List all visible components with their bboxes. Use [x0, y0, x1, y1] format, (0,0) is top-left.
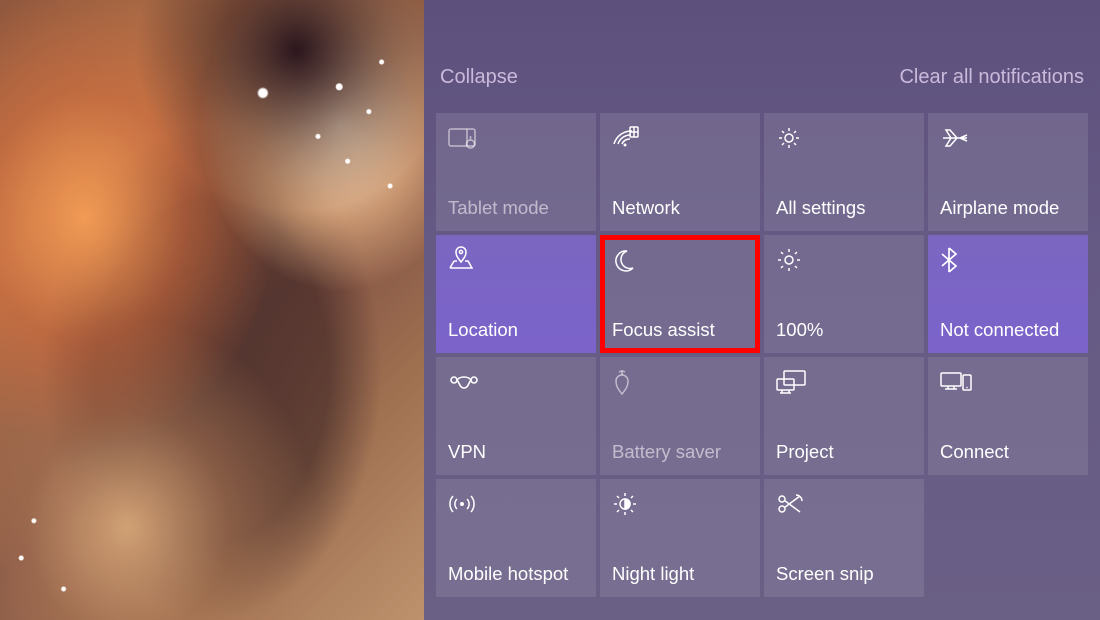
connect-icon — [940, 367, 1076, 397]
tile-vpn[interactable]: VPN — [436, 357, 596, 475]
desktop-wallpaper — [0, 0, 424, 620]
action-center-topbar: Collapse Clear all notifications — [436, 12, 1088, 113]
tile-label: Screen snip — [776, 563, 912, 585]
night-light-icon — [612, 489, 748, 519]
bluetooth-icon — [940, 245, 1076, 275]
tile-label: Location — [448, 319, 584, 341]
tile-label: Network — [612, 197, 748, 219]
tile-label: Focus assist — [612, 319, 748, 341]
tile-night-light[interactable]: Night light — [600, 479, 760, 597]
tile-connect[interactable]: Connect — [928, 357, 1088, 475]
airplane-icon — [940, 123, 1076, 153]
action-center-panel: Collapse Clear all notifications Tablet … — [424, 0, 1100, 620]
location-icon — [448, 245, 584, 275]
settings-gear-icon — [776, 123, 912, 153]
tile-all-settings[interactable]: All settings — [764, 113, 924, 231]
collapse-button[interactable]: Collapse — [440, 66, 518, 89]
tile-project[interactable]: Project — [764, 357, 924, 475]
tile-label: Airplane mode — [940, 197, 1076, 219]
battery-saver-icon — [612, 367, 748, 397]
tile-label: Mobile hotspot — [448, 563, 584, 585]
moon-icon — [612, 245, 748, 275]
tile-label: Battery saver — [612, 441, 748, 463]
hotspot-icon — [448, 489, 584, 519]
tile-label: Connect — [940, 441, 1076, 463]
tile-focus-assist[interactable]: Focus assist — [600, 235, 760, 353]
tile-airplane-mode[interactable]: Airplane mode — [928, 113, 1088, 231]
quick-actions-grid: Tablet mode Network — [436, 113, 1088, 597]
tile-label: All settings — [776, 197, 912, 219]
tile-label: 100% — [776, 319, 912, 341]
tile-label: Night light — [612, 563, 748, 585]
screen-snip-icon — [776, 489, 912, 519]
project-icon — [776, 367, 912, 397]
tile-label: Tablet mode — [448, 197, 584, 219]
tile-screen-snip[interactable]: Screen snip — [764, 479, 924, 597]
tile-label: VPN — [448, 441, 584, 463]
tile-mobile-hotspot[interactable]: Mobile hotspot — [436, 479, 596, 597]
tile-location[interactable]: Location — [436, 235, 596, 353]
network-icon — [612, 123, 748, 153]
tile-network[interactable]: Network — [600, 113, 760, 231]
brightness-icon — [776, 245, 912, 275]
tile-bluetooth[interactable]: Not connected — [928, 235, 1088, 353]
tile-brightness[interactable]: 100% — [764, 235, 924, 353]
tile-label: Not connected — [940, 319, 1076, 341]
tile-battery-saver[interactable]: Battery saver — [600, 357, 760, 475]
clear-all-button[interactable]: Clear all notifications — [899, 66, 1084, 89]
vpn-icon — [448, 367, 584, 397]
tile-label: Project — [776, 441, 912, 463]
tablet-mode-icon — [448, 123, 584, 153]
tile-tablet-mode[interactable]: Tablet mode — [436, 113, 596, 231]
